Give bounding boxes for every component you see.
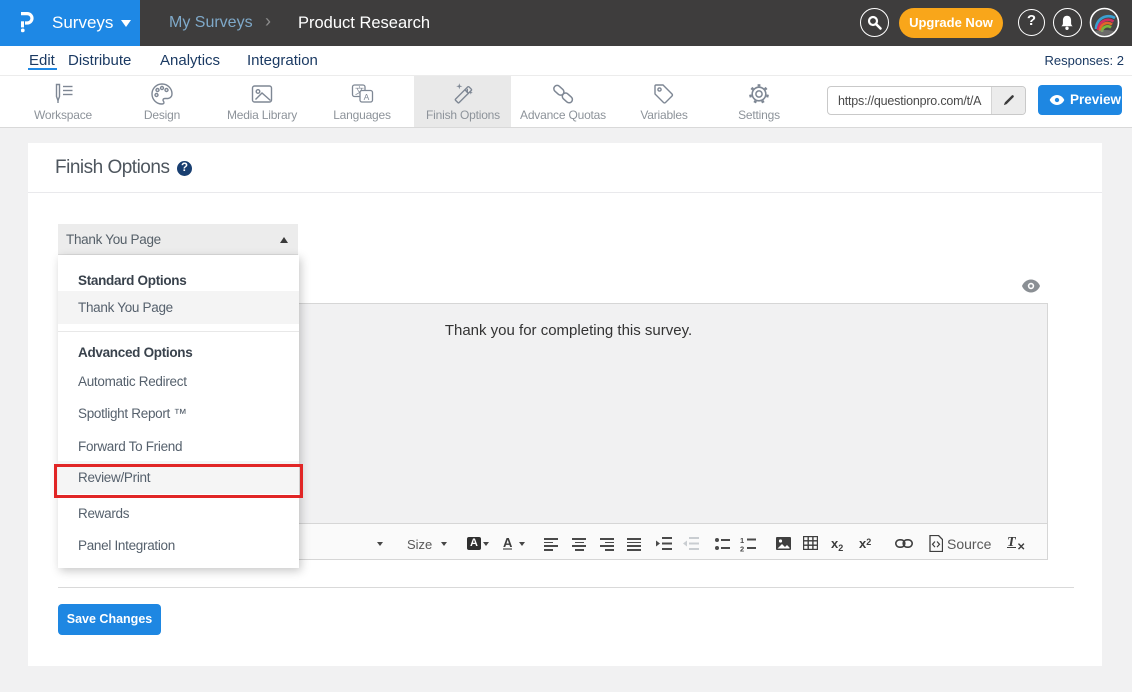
svg-text:2: 2 (740, 545, 744, 553)
svg-text:A: A (364, 92, 370, 102)
